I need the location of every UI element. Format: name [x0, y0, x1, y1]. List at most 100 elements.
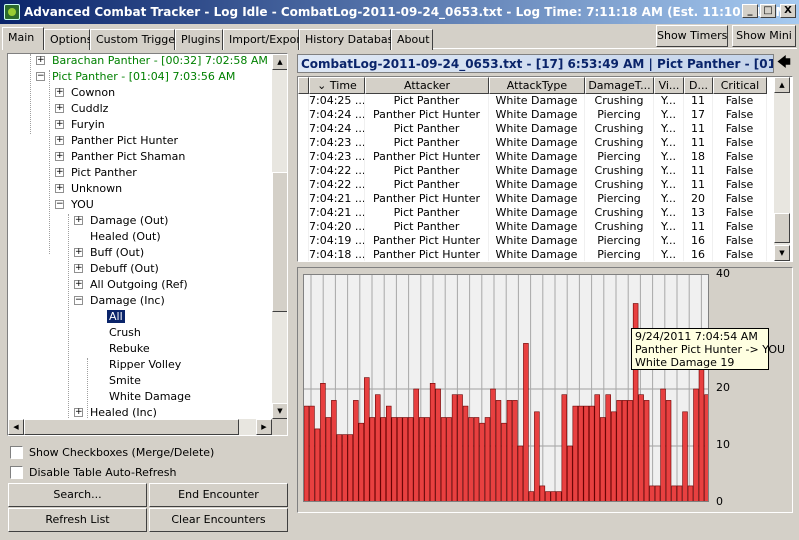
refresh-list-button[interactable]: Refresh List	[8, 508, 147, 532]
column-header-victim[interactable]: Vi...	[654, 77, 684, 94]
expand-icon[interactable]: +	[55, 135, 64, 145]
tree-node[interactable]: − Pict Panther - [01:04] 7:03:56 AM	[36, 69, 237, 85]
chart-bar[interactable]	[693, 388, 699, 502]
chart-bar[interactable]	[501, 422, 507, 502]
tree-node[interactable]: + Healed (Inc)	[74, 405, 159, 419]
tree-vertical-scrollbar[interactable]: ▲ ▼	[272, 54, 287, 419]
column-header-damagetype[interactable]: DamageT...	[585, 77, 654, 94]
chart-bar[interactable]	[676, 485, 683, 502]
chart-bar[interactable]	[347, 434, 354, 502]
scroll-left-icon[interactable]: ◀	[8, 419, 24, 435]
chart-bar[interactable]	[440, 417, 447, 503]
chart-bar[interactable]	[687, 485, 694, 502]
column-header-time[interactable]: ⌄ Time	[309, 77, 365, 94]
expand-icon[interactable]: +	[74, 279, 83, 289]
chart-bar[interactable]	[660, 388, 666, 502]
chart-bar[interactable]	[698, 365, 705, 502]
tree-node[interactable]: + Barachan Panther - [00:32] 7:02:58 AM	[36, 54, 270, 69]
tree-node[interactable]: + Pict Panther	[55, 165, 139, 181]
end-encounter-button[interactable]: End Encounter	[149, 483, 288, 507]
tree-node[interactable]: − YOU	[55, 197, 96, 213]
table-row[interactable]: 7:04:22 ... Pict Panther White Damage Crush…	[298, 178, 767, 192]
expand-icon[interactable]: +	[74, 247, 83, 257]
expand-icon[interactable]: +	[74, 263, 83, 273]
chart-bar[interactable]	[545, 491, 551, 502]
chart-bar[interactable]	[446, 417, 452, 503]
minimize-button[interactable]: _	[742, 4, 758, 18]
chart-bar[interactable]	[369, 417, 376, 503]
tab-custom-triggers[interactable]: Custom Triggers	[90, 29, 185, 50]
table-row[interactable]: 7:04:25 ... Pict Panther White Damage Crush…	[298, 94, 767, 108]
tree-node[interactable]: + Furyin	[55, 117, 107, 133]
show-timers-button[interactable]: Show Timers	[656, 25, 728, 47]
chart-bar[interactable]	[314, 428, 321, 502]
tab-about[interactable]: About	[391, 29, 433, 50]
table-row[interactable]: 7:04:21 ... Panther Pict Hunter White Dama…	[298, 192, 767, 206]
tree-node[interactable]: Healed (Out)	[74, 229, 163, 245]
chart-bar[interactable]	[462, 405, 469, 502]
chart-bar[interactable]	[386, 405, 392, 502]
table-row[interactable]: 7:04:23 ... Panther Pict Hunter White Dama…	[298, 150, 767, 164]
chart-bar[interactable]	[336, 434, 343, 502]
chart-bar[interactable]	[304, 405, 310, 502]
scroll-up-icon[interactable]: ▲	[272, 54, 287, 70]
tree-node[interactable]: + Buff (Out)	[74, 245, 146, 261]
table-row[interactable]: 7:04:24 ... Pict Panther White Damage Crush…	[298, 122, 767, 136]
table-row[interactable]: 7:04:22 ... Pict Panther White Damage Crush…	[298, 164, 767, 178]
tree-node[interactable]: + Panther Pict Hunter	[55, 133, 180, 149]
encounter-tree[interactable]: + Barachan Panther - [00:32] 7:02:58 AM − P…	[7, 53, 288, 436]
chart-bar[interactable]	[380, 417, 386, 503]
scroll-down-icon[interactable]: ▼	[272, 403, 287, 419]
chart-bar[interactable]	[484, 417, 491, 503]
table-row[interactable]: 7:04:18 ... Panther Pict Hunter White Dama…	[298, 248, 767, 261]
table-row[interactable]: 7:04:24 ... Panther Pict Hunter White Dama…	[298, 108, 767, 122]
chart-bar[interactable]	[325, 417, 332, 503]
chart-bar[interactable]	[561, 394, 568, 502]
collapse-icon[interactable]: −	[36, 71, 45, 81]
chart-bar[interactable]	[473, 417, 480, 503]
chart-bar[interactable]	[512, 400, 518, 502]
collapse-icon[interactable]: −	[74, 295, 83, 305]
table-vertical-scrollbar[interactable]: ▲ ▼	[774, 77, 790, 261]
chart-bar[interactable]	[506, 400, 513, 502]
table-scroll-thumb[interactable]	[774, 213, 790, 243]
disable-refresh-checkbox[interactable]	[10, 466, 23, 479]
chart-bar[interactable]	[588, 405, 595, 502]
chart-bar[interactable]	[418, 417, 425, 503]
collapse-icon[interactable]: −	[55, 199, 64, 209]
tab-main[interactable]: Main	[2, 27, 44, 50]
tree-node[interactable]: Crush	[93, 325, 143, 341]
table-scroll-up-icon[interactable]: ▲	[774, 77, 790, 93]
chart-bar[interactable]	[435, 388, 441, 502]
chart-bar[interactable]	[704, 394, 709, 502]
expand-icon[interactable]: +	[55, 103, 64, 113]
chart-bar[interactable]	[671, 485, 677, 502]
expand-icon[interactable]: +	[55, 183, 64, 193]
expand-icon[interactable]: +	[36, 55, 45, 65]
chart-bar[interactable]	[556, 491, 562, 502]
tab-options[interactable]: Options	[44, 29, 92, 50]
chart-bar[interactable]	[495, 400, 502, 502]
chart-bar[interactable]	[567, 445, 573, 502]
tree-node[interactable]: − Damage (Inc)	[74, 293, 167, 309]
show-checkboxes-checkbox[interactable]	[10, 446, 23, 459]
chart-bar[interactable]	[517, 445, 524, 502]
column-header-damage[interactable]: D...	[684, 77, 713, 94]
chart-bar[interactable]	[358, 422, 365, 502]
chart-bar[interactable]	[534, 411, 540, 502]
chart-bar[interactable]	[583, 405, 589, 502]
expand-icon[interactable]: +	[74, 407, 83, 417]
chart-bar[interactable]	[309, 405, 315, 502]
chart-bar[interactable]	[643, 400, 650, 502]
disable-refresh-option[interactable]: Disable Table Auto-Refresh	[10, 466, 177, 479]
chart-bar[interactable]	[364, 377, 370, 502]
tab-import-export[interactable]: Import/Export	[223, 29, 305, 50]
clear-encounters-button[interactable]: Clear Encounters	[149, 508, 288, 532]
expand-icon[interactable]: +	[55, 119, 64, 129]
damage-chart[interactable]: 40 20 10 0	[297, 267, 793, 513]
attack-table[interactable]: ⌄ Time Attacker AttackType DamageT... Vi…	[297, 76, 793, 262]
column-header-attacktype[interactable]: AttackType	[489, 77, 585, 94]
expand-icon[interactable]: +	[55, 87, 64, 97]
tree-node[interactable]: + Panther Pict Shaman	[55, 149, 187, 165]
chart-bar[interactable]	[599, 417, 606, 503]
